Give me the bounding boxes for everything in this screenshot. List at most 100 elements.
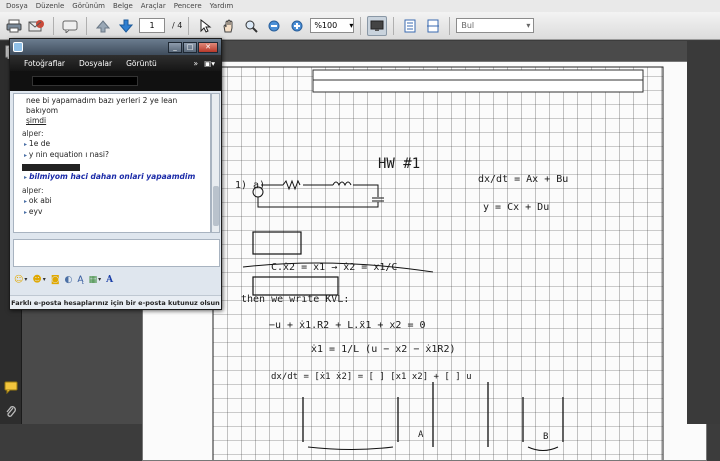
smiley-icon: ☺: [14, 274, 24, 285]
print-icon: [6, 19, 22, 32]
doc-eq-kvl-label: then we write KVL:: [241, 294, 350, 305]
doc-eq-matrix: dx/dt = [ẋ1 ẋ2] = [ ] [x1 x2] + [ ] u: [271, 372, 472, 382]
main-toolbar: 1 / 4 %100 ▾ Bul ▾: [0, 12, 720, 40]
scrollbar-thumb[interactable]: [213, 186, 219, 226]
arrow-down-icon: [119, 19, 133, 33]
menu-tools[interactable]: Araçlar: [141, 2, 166, 10]
background-button[interactable]: ▦ ▾: [89, 275, 102, 285]
select-tool-button[interactable]: [195, 16, 215, 36]
fit-width-icon: [427, 19, 440, 32]
doc-problem-label: 1) a): [235, 180, 266, 191]
toolbar-separator: [449, 16, 451, 35]
email-button[interactable]: [27, 16, 47, 36]
doc-title: HW #1: [378, 156, 421, 172]
nudge-button[interactable]: ◙: [51, 275, 60, 285]
wink-icon: ☻: [32, 274, 42, 285]
chat-menu-files[interactable]: Dosyalar: [79, 59, 112, 68]
maximize-button[interactable]: □: [183, 41, 197, 53]
doc-eq-state: dx/dt = Ax + Bu: [478, 174, 569, 185]
font-style-button[interactable]: Ą: [77, 275, 83, 285]
graph-paper: [212, 66, 664, 460]
message-input[interactable]: [13, 239, 220, 267]
nudge-icon: ◙: [50, 274, 60, 285]
doc-eq-capacitor: C.ẋ2 = x1 → ẋ2 = x1/C: [271, 262, 398, 273]
conversation-log[interactable]: nee bi yapamadım bazı yerleri 2 ye lean …: [13, 93, 211, 233]
message-line: bakıyom: [26, 106, 59, 115]
doc-label-a: A: [418, 430, 424, 440]
own-message: bilmiyom haci dahan onlari yapaamdim: [22, 172, 206, 183]
page-number-input[interactable]: 1: [139, 18, 165, 33]
chat-menu-extras: » ▣▾: [194, 59, 215, 68]
zoom-out-button[interactable]: [264, 16, 284, 36]
minimize-button[interactable]: _: [168, 41, 182, 53]
chevron-down-icon: ▾: [526, 21, 531, 30]
previous-page-button[interactable]: [93, 16, 113, 36]
chat-menu-view[interactable]: Görüntü: [126, 59, 157, 68]
font-icon: Ą: [77, 274, 84, 285]
marquee-zoom-button[interactable]: [241, 16, 261, 36]
message-sender: alper:: [22, 129, 44, 138]
menu-window[interactable]: Pencere: [174, 2, 202, 10]
message-sender: alper:: [22, 186, 44, 195]
chat-ad-footer[interactable]: Farklı e-posta hesaplarınız için bir e-p…: [10, 295, 221, 309]
zoom-tool-icon: [245, 20, 259, 33]
pdf-page: HW #1 1) a) dx/dt = Ax + Bu y = Cx + Du …: [142, 61, 707, 461]
reading-mode-button[interactable]: [367, 15, 388, 36]
message-line: eyv: [22, 207, 206, 218]
message-line: nee bi yapamadım bazı yerleri 2 ye lean: [26, 96, 178, 105]
menu-bar: Dosya Düzenle Görünüm Belge Araçlar Penc…: [0, 0, 720, 12]
toolbar-separator: [393, 16, 395, 35]
cursor-icon: [200, 18, 212, 33]
chat-window: _ □ ✕ Fotoğraflar Dosyalar Görüntü » ▣▾ …: [9, 38, 222, 310]
page-icon: [404, 19, 416, 32]
voice-clip-button[interactable]: ◐: [65, 275, 73, 285]
messenger-icon: [13, 42, 23, 52]
minus-circle-icon: [268, 20, 280, 31]
message-line: 1e de: [22, 139, 206, 150]
toolbar-separator: [360, 16, 362, 35]
more-icon[interactable]: »: [194, 59, 199, 68]
voice-icon: ◐: [64, 274, 73, 285]
menu-file[interactable]: Dosya: [6, 2, 28, 10]
options-icon[interactable]: ▣▾: [204, 59, 215, 68]
doc-eq-x1dot: ẋ1 = 1/L (u − x2 − ẋ1R2): [311, 344, 456, 355]
menu-edit[interactable]: Düzenle: [36, 2, 65, 10]
paperclip-icon[interactable]: [4, 405, 18, 419]
next-page-button[interactable]: [116, 16, 136, 36]
email-icon: [28, 19, 44, 31]
hand-tool-button[interactable]: [218, 16, 238, 36]
comment-button[interactable]: [60, 16, 80, 36]
message-line: ok abi: [22, 196, 206, 207]
doc-eq-output: y = Cx + Du: [483, 202, 550, 213]
plus-circle-icon: [291, 20, 303, 31]
print-button[interactable]: [4, 16, 24, 36]
menu-view[interactable]: Görünüm: [72, 2, 105, 10]
toolbar-separator: [188, 16, 190, 35]
comment-icon: [62, 20, 78, 33]
chat-toolbar: ☺ ▾ ☻ ▾ ◙ ◐ Ą ▦ ▾ A: [14, 273, 113, 286]
chat-menu-photos[interactable]: Fotoğraflar: [24, 59, 65, 68]
zoom-select[interactable]: %100 ▾: [310, 18, 355, 33]
fit-page-button[interactable]: [400, 16, 420, 36]
comments-icon[interactable]: [4, 380, 18, 394]
find-input[interactable]: Bul ▾: [456, 18, 535, 33]
screen-icon: [370, 20, 384, 31]
close-button[interactable]: ✕: [198, 41, 218, 53]
emoticon-button[interactable]: ☺ ▾: [14, 275, 27, 285]
redacted-contact-name: [32, 76, 138, 86]
document-scrollbar[interactable]: [687, 41, 720, 424]
find-placeholder: Bul: [461, 21, 475, 30]
font-letter-icon: A: [106, 274, 114, 285]
arrow-up-icon: [96, 19, 110, 32]
menu-help[interactable]: Yardım: [210, 2, 234, 10]
doc-label-b: B: [543, 432, 549, 442]
message-line: şimdi: [26, 116, 47, 125]
font-button[interactable]: A: [106, 275, 113, 285]
chat-titlebar[interactable]: _ □ ✕: [10, 39, 221, 55]
conversation-scrollbar[interactable]: [211, 93, 220, 233]
menu-document[interactable]: Belge: [113, 2, 133, 10]
zoom-in-button[interactable]: [287, 16, 307, 36]
wink-button[interactable]: ☻ ▾: [32, 275, 45, 285]
doc-eq-kvl: −u + ẋ1.R2 + L.ẍ1 + x2 = 0: [269, 320, 426, 331]
fit-width-button[interactable]: [423, 16, 443, 36]
